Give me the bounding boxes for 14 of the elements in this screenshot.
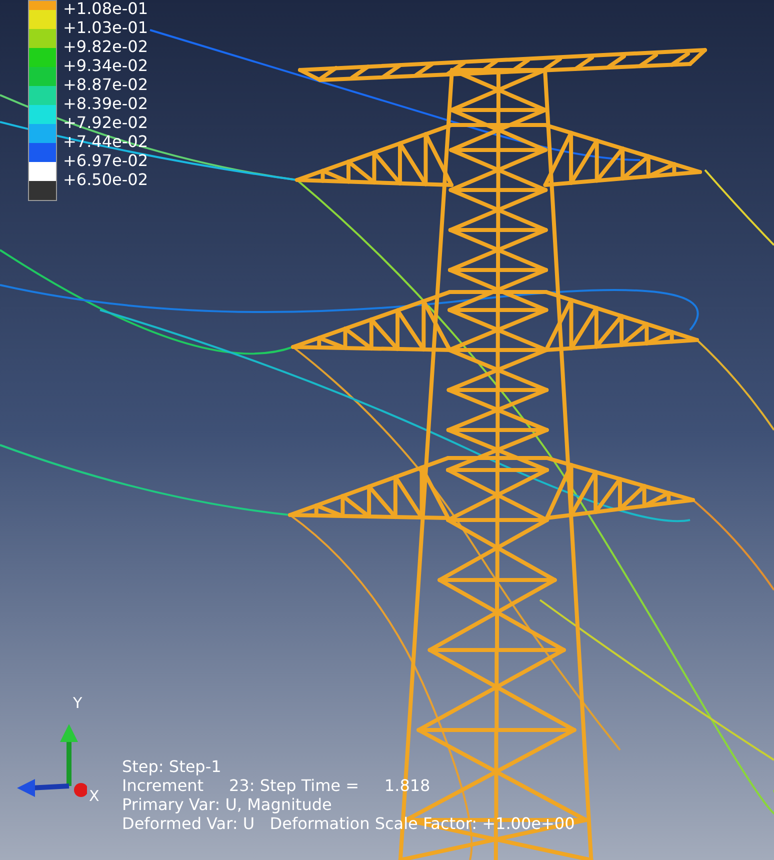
legend-value-label: +8.39e-02 — [63, 94, 148, 113]
legend-value-label: +1.08e-01 — [63, 0, 148, 18]
y-axis-label: Y — [73, 696, 82, 711]
axis-triad-icon — [15, 722, 87, 800]
legend-value-label: +9.82e-02 — [63, 37, 148, 56]
legend-value-label: +7.92e-02 — [63, 113, 148, 132]
legend-value-label: +8.87e-02 — [63, 75, 148, 94]
legend-value-label: +6.97e-02 — [63, 151, 148, 170]
analysis-info-line: Primary Var: U, Magnitude — [122, 795, 333, 814]
legend-value-label: +6.50e-02 — [63, 170, 148, 189]
analysis-info-line: Step: Step-1 — [122, 757, 222, 776]
legend-value-label: +1.03e-01 — [63, 18, 148, 37]
x-axis-label: X — [89, 789, 100, 804]
legend-value-label: +9.34e-02 — [63, 56, 148, 75]
